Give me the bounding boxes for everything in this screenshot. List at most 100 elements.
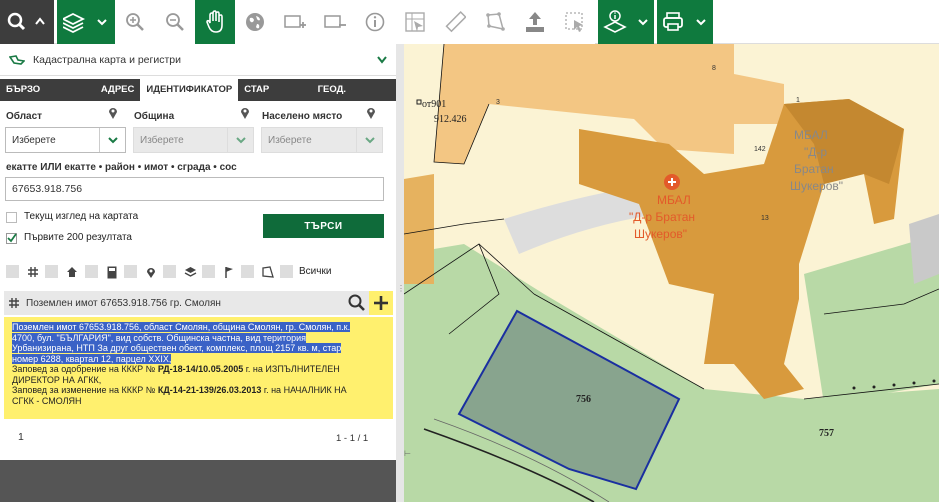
municipality-select[interactable]: Изберете — [133, 127, 254, 153]
amendment-order-authority: СГКК - СМОЛЯН — [12, 395, 82, 406]
filter-toggle[interactable] — [85, 265, 98, 278]
zoom-to-icon[interactable] — [347, 293, 367, 313]
map-gray-label: МБАЛ — [794, 128, 828, 142]
result-desc-line: 4700, бул. "БЪЛГАРИЯ", вид собств. Общин… — [12, 332, 306, 343]
panel-title: Кадастрална карта и регистри — [33, 53, 181, 66]
result-desc-line: Урбанизирана, НТП За друг обществен обек… — [12, 343, 342, 353]
measure-distance-button[interactable] — [435, 0, 475, 44]
building-number: 1 — [796, 97, 800, 104]
filter-all-toggle[interactable] — [280, 265, 293, 278]
chevron-down-icon — [377, 56, 387, 64]
upload-icon — [526, 12, 544, 32]
building-number: 8 — [712, 65, 716, 72]
grid-icon — [9, 298, 19, 308]
location-pin-icon[interactable] — [366, 106, 376, 120]
flag-icon[interactable] — [222, 265, 236, 279]
polygon-icon — [486, 12, 505, 31]
filter-toggle[interactable] — [124, 265, 137, 278]
cadastre-logo-icon — [9, 54, 25, 65]
filter-toggle[interactable] — [45, 265, 58, 278]
zoom-out-icon — [166, 13, 184, 31]
measure-area-button[interactable] — [475, 0, 515, 44]
ruler-icon — [445, 11, 466, 33]
zoom-out-button[interactable] — [155, 0, 195, 44]
filter-toggle[interactable] — [241, 265, 254, 278]
coordinates-button[interactable] — [395, 0, 435, 44]
hand-icon — [206, 10, 223, 33]
zoom-in-icon — [126, 13, 144, 31]
map-gray-label: "Д-р — [804, 145, 827, 159]
calculator-icon[interactable] — [105, 265, 119, 279]
map-canvas[interactable]: от901 912.426 МБАЛ "Д-р Братан Шукеров" … — [404, 44, 939, 502]
result-desc-line: номер 6288, квартал 12, парцел XXIX, — [12, 353, 172, 364]
upload-button[interactable] — [515, 0, 555, 44]
location-pin-icon[interactable] — [108, 106, 118, 120]
grid-icon[interactable] — [26, 265, 40, 279]
search-button[interactable]: ТЪРСИ — [263, 214, 384, 238]
full-extent-button[interactable] — [235, 0, 275, 44]
polygon-icon[interactable] — [260, 265, 274, 279]
location-pin-icon[interactable] — [240, 106, 250, 120]
home-icon[interactable] — [65, 265, 79, 279]
region-select[interactable]: Изберете — [5, 127, 126, 153]
layers-icon[interactable] — [183, 265, 197, 279]
identifier-label: екатте ИЛИ екатте • район • имот • сград… — [6, 162, 237, 173]
add-to-list-button[interactable] — [369, 291, 393, 315]
layers-button[interactable] — [57, 0, 115, 44]
select-plus-icon — [284, 15, 306, 28]
tab-old-identifier[interactable]: СТАР ИДЕНТ. — [238, 79, 311, 117]
print-button[interactable] — [657, 0, 713, 44]
chevron-down-icon — [227, 128, 253, 152]
zoom-in-button[interactable] — [115, 0, 155, 44]
layer-info-icon — [603, 10, 648, 33]
select-area-button[interactable] — [275, 0, 315, 44]
current-view-checkbox[interactable] — [6, 212, 17, 223]
layers-icon — [63, 12, 107, 33]
chevron-down-icon — [99, 128, 125, 152]
identifier-input[interactable]: 67653.918.756 — [5, 177, 384, 201]
select-remove-button[interactable] — [315, 0, 355, 44]
result-details: Поземлен имот 67653.918.756, област Смол… — [4, 317, 393, 419]
pan-button[interactable] — [195, 0, 235, 44]
filter-toggle[interactable] — [6, 265, 19, 278]
hospital-name-line1: "Д-р Братан — [629, 210, 695, 224]
settlement-select[interactable]: Изберете — [261, 127, 383, 153]
parcel-number-757: 757 — [819, 428, 834, 439]
parcel-number-756: 756 — [576, 394, 591, 405]
tab-quick-search[interactable]: БЪРЗО ТЪРСЕНЕ — [0, 79, 95, 117]
page-number[interactable]: 1 — [18, 431, 24, 443]
panel-footer — [0, 460, 396, 502]
clear-selection-button[interactable] — [555, 0, 595, 44]
layer-info-button[interactable] — [598, 0, 654, 44]
building-number: 3 — [496, 99, 500, 106]
tab-identifier[interactable]: ИДЕНТИФИКАТОР — [140, 79, 239, 101]
tab-geodetic-base[interactable]: ГЕОД. ОСНОВА — [312, 79, 396, 117]
ruler-grid-icon — [405, 12, 425, 32]
tab-address[interactable]: АДРЕС — [95, 79, 141, 101]
result-desc-line: Поземлен имот 67653.918.756, област Смол… — [12, 322, 351, 332]
map-gray-label: Братан — [794, 162, 834, 176]
filter-toggle[interactable] — [202, 265, 215, 278]
info-button[interactable] — [355, 0, 395, 44]
settlement-label: Населено място — [262, 111, 343, 122]
location-pin-icon[interactable] — [144, 265, 158, 279]
municipality-label: Община — [134, 111, 175, 122]
filter-toggle[interactable] — [163, 265, 176, 278]
splitter-handle-icon: ⋮ — [397, 284, 405, 293]
building-shape — [404, 174, 434, 284]
result-header[interactable]: Поземлен имот 67653.918.756 гр. Смолян — [4, 291, 393, 315]
panel-header[interactable]: Кадастрална карта и регистри — [0, 44, 396, 76]
pagination-range: 1 - 1 / 1 — [336, 433, 369, 444]
globe-icon — [246, 13, 264, 31]
building-number: 142 — [754, 146, 766, 153]
search-menu-button[interactable] — [0, 0, 54, 44]
panel-splitter[interactable]: ⋮ — [396, 44, 405, 502]
result-title: Поземлен имот 67653.918.756 гр. Смолян — [26, 297, 221, 309]
hospital-short-label: МБАЛ — [657, 193, 691, 207]
filter-all-label: Всички — [299, 266, 332, 277]
chevron-down-icon — [356, 128, 382, 152]
survey-point-elevation: 912.426 — [434, 114, 467, 125]
map-view[interactable]: от901 912.426 МБАЛ "Д-р Братан Шукеров" … — [404, 44, 939, 502]
info-icon — [365, 12, 385, 32]
first-200-checkbox[interactable] — [6, 233, 17, 244]
